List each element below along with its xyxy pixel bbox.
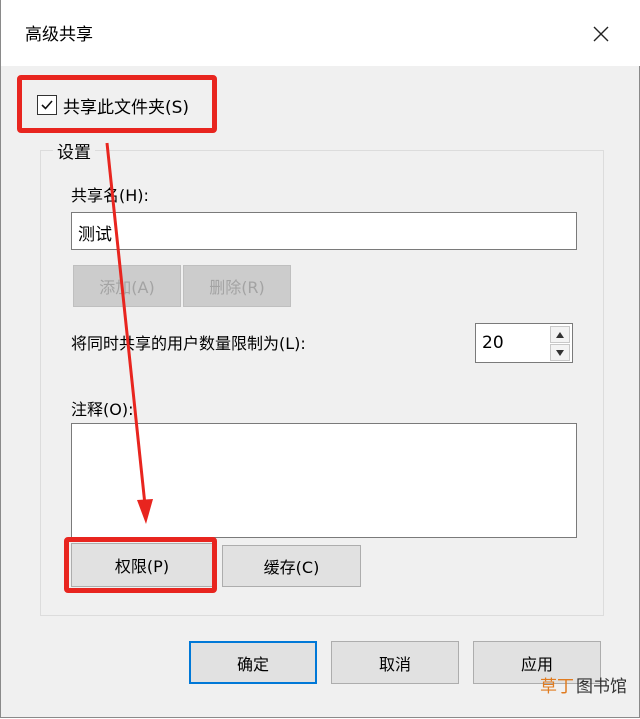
watermark-part1: 草丁 <box>540 677 574 697</box>
annotation-arrow <box>105 142 153 524</box>
watermark-part2: 图书馆 <box>576 677 627 697</box>
watermark: 草丁 图书馆 <box>540 672 627 697</box>
